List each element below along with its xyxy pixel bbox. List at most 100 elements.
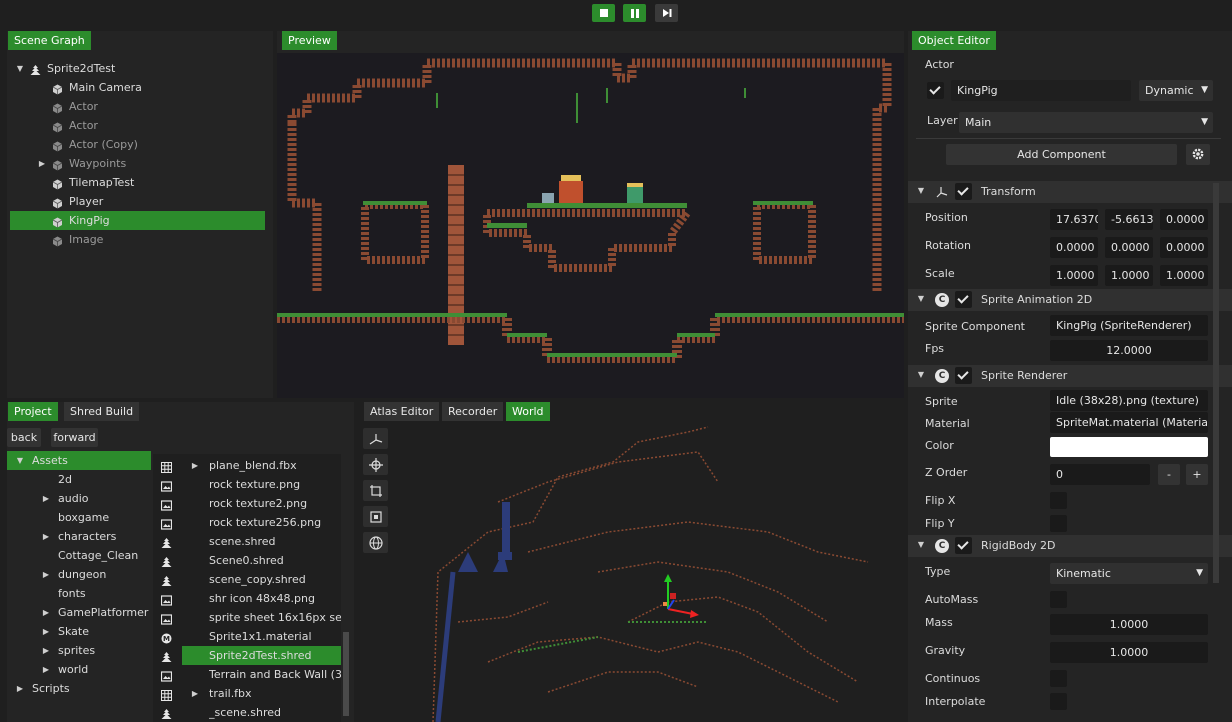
sprite-renderer-enabled-checkbox[interactable] xyxy=(955,367,972,384)
collapsed-arrow-icon[interactable]: ▶ xyxy=(41,565,51,584)
move-gizmo-button[interactable] xyxy=(363,428,388,449)
interpolate-checkbox[interactable] xyxy=(1050,693,1067,710)
tab-shred-build[interactable]: Shred Build xyxy=(64,402,140,421)
scene-graph-item[interactable]: Player xyxy=(10,192,265,211)
rigidbody-type-dropdown[interactable]: Kinematic ▼ xyxy=(1050,563,1208,584)
add-component-button[interactable]: Add Component xyxy=(946,144,1177,165)
settings-button[interactable] xyxy=(1186,144,1210,165)
transform-enabled-checkbox[interactable] xyxy=(955,183,972,200)
forward-button[interactable]: forward xyxy=(51,428,98,447)
scale-y-input[interactable]: 1.0000 xyxy=(1105,265,1153,286)
collapsed-arrow-icon[interactable]: ▶ xyxy=(41,641,51,660)
sprite-renderer-header[interactable]: ▼ C Sprite Renderer xyxy=(908,365,1232,387)
actor-enabled-checkbox[interactable] xyxy=(927,82,944,99)
zorder-input[interactable]: 0 xyxy=(1050,464,1150,485)
material-field[interactable]: SpriteMat.material (Material) xyxy=(1050,412,1208,433)
collapsed-arrow-icon[interactable]: ▶ xyxy=(41,603,51,622)
tab-world[interactable]: World xyxy=(506,402,550,421)
pause-button[interactable] xyxy=(623,4,646,22)
rotation-z-input[interactable]: 0.0000 xyxy=(1160,237,1208,258)
collapsed-arrow-icon[interactable]: ▶ xyxy=(15,679,25,698)
folder-item[interactable]: ▶ Skate xyxy=(7,622,151,641)
file-item[interactable]: rock texture.png xyxy=(153,475,341,494)
expanded-arrow-icon[interactable]: ▼ xyxy=(15,451,25,470)
folder-item[interactable]: boxgame xyxy=(7,508,151,527)
tab-object-editor[interactable]: Object Editor xyxy=(912,31,996,50)
sprite-field[interactable]: Idle (38x28).png (texture) xyxy=(1050,390,1208,411)
transform-header[interactable]: ▼ Transform xyxy=(908,181,1232,203)
file-item[interactable]: M Sprite1x1.material xyxy=(153,627,341,646)
folder-item[interactable]: ▶ audio xyxy=(7,489,151,508)
gravity-input[interactable]: 1.0000 xyxy=(1050,642,1208,663)
file-item[interactable]: rock texture2.png xyxy=(153,494,341,513)
step-button[interactable] xyxy=(655,4,678,22)
rigidbody-enabled-checkbox[interactable] xyxy=(955,537,972,554)
file-item[interactable]: sprite sheet 16x16px seam xyxy=(153,608,341,627)
collapsed-arrow-icon[interactable]: ▶ xyxy=(41,527,51,546)
file-item[interactable]: rock texture256.png xyxy=(153,513,341,532)
flip-y-checkbox[interactable] xyxy=(1050,515,1067,532)
position-y-input[interactable]: -5.6613 xyxy=(1105,209,1153,230)
scene-graph-item[interactable]: Image xyxy=(10,230,265,249)
folder-item[interactable]: ▶ characters xyxy=(7,527,151,546)
scene-graph-item[interactable]: Actor (Copy) xyxy=(10,135,265,154)
collapsed-arrow-icon[interactable]: ▶ xyxy=(41,489,51,508)
stop-button[interactable] xyxy=(592,4,615,22)
tab-atlas-editor[interactable]: Atlas Editor xyxy=(364,402,440,421)
actor-name-input[interactable]: KingPig xyxy=(951,80,1131,101)
scene-graph-item[interactable]: KingPig xyxy=(10,211,265,230)
rotation-y-input[interactable]: 0.0000 xyxy=(1105,237,1153,258)
folder-item[interactable]: fonts xyxy=(7,584,151,603)
tab-recorder[interactable]: Recorder xyxy=(442,402,504,421)
file-item[interactable]: scene.shred xyxy=(153,532,341,551)
folder-item[interactable]: 2d xyxy=(7,470,151,489)
flip-x-checkbox[interactable] xyxy=(1050,492,1067,509)
tab-preview[interactable]: Preview xyxy=(282,31,337,50)
collapsed-arrow-icon[interactable]: ▶ xyxy=(41,660,51,679)
file-item[interactable]: Scene0.shred xyxy=(153,551,341,570)
sprite-component-field[interactable]: KingPig (SpriteRenderer) xyxy=(1050,315,1208,336)
file-item[interactable]: ▶ plane_blend.fbx xyxy=(153,456,341,475)
collapsed-arrow-icon[interactable]: ▶ xyxy=(190,684,200,703)
file-item[interactable]: ▶ trail.fbx xyxy=(153,684,341,703)
collapsed-arrow-icon[interactable]: ▶ xyxy=(37,154,47,173)
sprite-animation-enabled-checkbox[interactable] xyxy=(955,291,972,308)
collapse-arrow-icon[interactable]: ▼ xyxy=(916,186,926,195)
collapsed-arrow-icon[interactable]: ▶ xyxy=(41,622,51,641)
automass-checkbox[interactable] xyxy=(1050,591,1067,608)
rotation-x-input[interactable]: 0.0000 xyxy=(1050,237,1098,258)
sprite-animation-header[interactable]: ▼ C Sprite Animation 2D xyxy=(908,289,1232,311)
back-button[interactable]: back xyxy=(7,428,41,447)
scene-graph-item[interactable]: TilemapTest xyxy=(10,173,265,192)
file-item[interactable]: _scene.shred xyxy=(153,703,341,722)
fps-input[interactable]: 12.0000 xyxy=(1050,340,1208,361)
folder-item[interactable]: ▼ Assets xyxy=(7,451,151,470)
scale-z-input[interactable]: 1.0000 xyxy=(1160,265,1208,286)
folder-item[interactable]: ▶ Scripts xyxy=(7,679,151,698)
folder-item[interactable]: ▶ GamePlatformer xyxy=(7,603,151,622)
file-item[interactable]: shr icon 48x48.png xyxy=(153,589,341,608)
folder-item[interactable]: ▶ world xyxy=(7,660,151,679)
zorder-decrement-button[interactable]: - xyxy=(1158,464,1180,485)
position-x-input[interactable]: 17.6370 xyxy=(1050,209,1098,230)
tab-project[interactable]: Project xyxy=(8,402,58,421)
file-list-scrollbar[interactable] xyxy=(343,632,349,716)
folder-item[interactable]: ▶ dungeon xyxy=(7,565,151,584)
color-swatch[interactable] xyxy=(1050,437,1208,457)
zorder-increment-button[interactable]: + xyxy=(1186,464,1208,485)
folder-item[interactable]: ▶ sprites xyxy=(7,641,151,660)
body-type-dropdown[interactable]: Dynamic ▼ xyxy=(1139,80,1213,101)
collapse-arrow-icon[interactable]: ▼ xyxy=(916,370,926,379)
collapse-arrow-icon[interactable]: ▼ xyxy=(916,540,926,549)
scene-graph-item[interactable]: Actor xyxy=(10,97,265,116)
file-item[interactable]: Sprite2dTest.shred xyxy=(153,646,341,665)
world-viewport[interactable] xyxy=(398,422,904,722)
position-z-input[interactable]: 0.0000 xyxy=(1160,209,1208,230)
collapse-arrow-icon[interactable]: ▼ xyxy=(916,294,926,303)
scene-graph-item[interactable]: ▶ Waypoints xyxy=(10,154,265,173)
scene-graph-item[interactable]: ▼ Sprite2dTest xyxy=(10,59,265,78)
scene-graph-item[interactable]: Actor xyxy=(10,116,265,135)
continuous-checkbox[interactable] xyxy=(1050,670,1067,687)
mass-input[interactable]: 1.0000 xyxy=(1050,614,1208,635)
rigidbody-header[interactable]: ▼ C RigidBody 2D xyxy=(908,535,1232,557)
